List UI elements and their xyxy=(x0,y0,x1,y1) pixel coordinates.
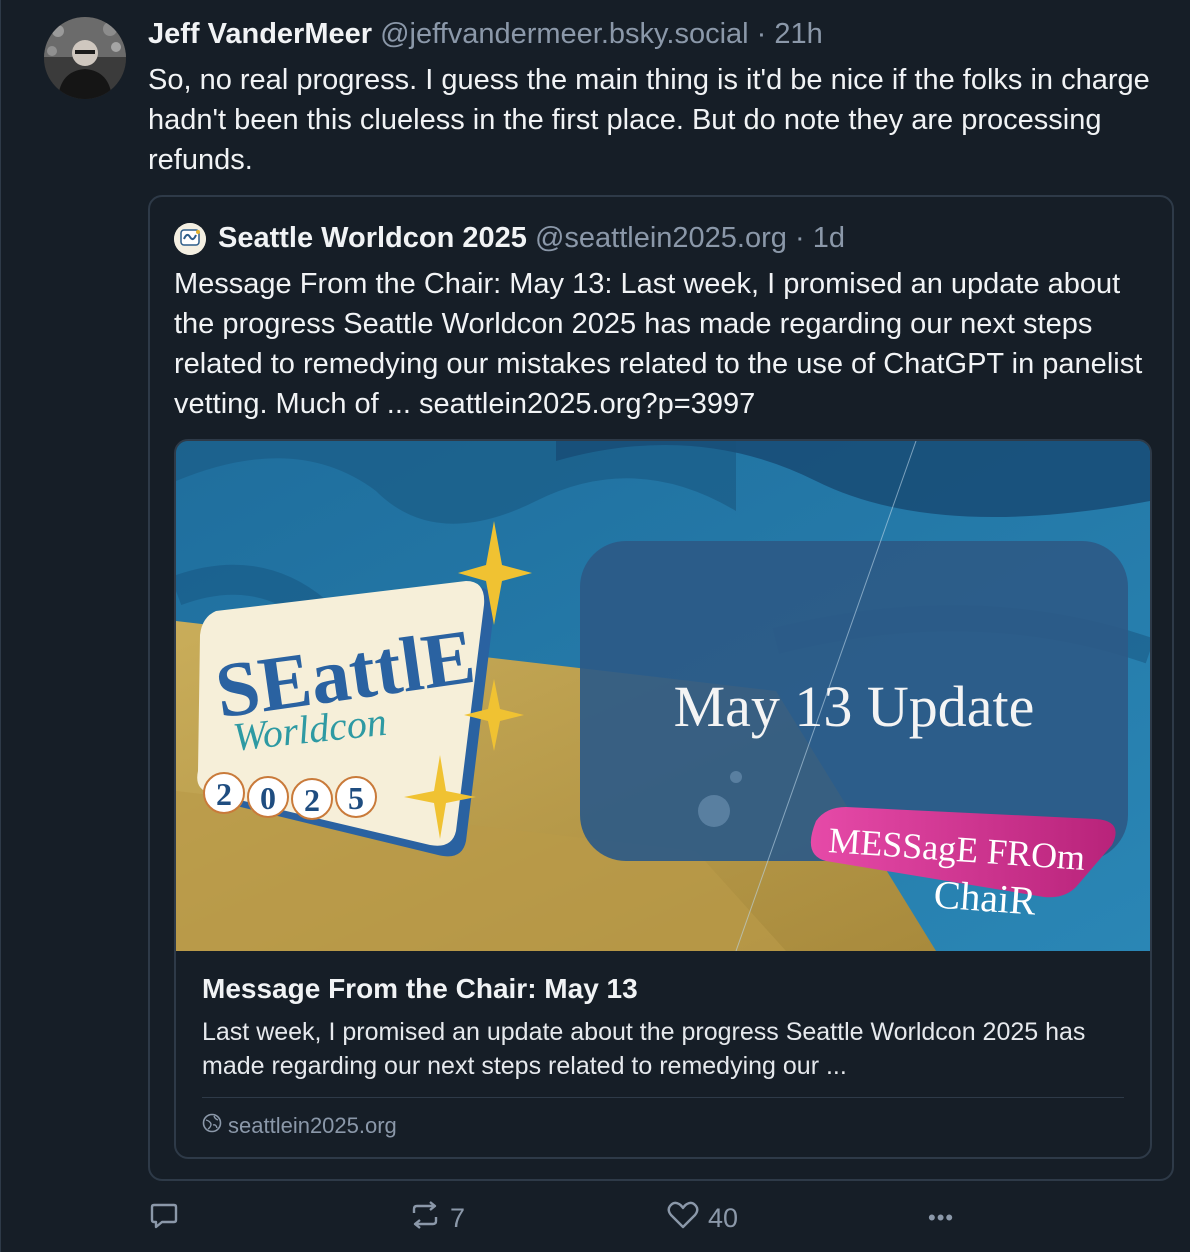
link-card-title[interactable]: Message From the Chair: May 13 xyxy=(202,971,638,1007)
quoted-post-header: Seattle Worldcon 2025 @seattlein2025.org… xyxy=(218,217,845,259)
reply-button[interactable] xyxy=(148,1196,188,1240)
link-card-divider xyxy=(202,1097,1124,1098)
repost-button[interactable]: 7 xyxy=(408,1196,465,1240)
quoted-author-name[interactable]: Seattle Worldcon 2025 xyxy=(218,222,527,254)
quoted-author-handle[interactable]: @seattlein2025.org xyxy=(535,222,787,254)
repost-count: 7 xyxy=(450,1202,466,1233)
image-headline: May 13 Update xyxy=(674,674,1035,739)
post-text: So, no real progress. I guess the main t… xyxy=(148,64,1150,176)
globe-icon xyxy=(202,1111,222,1141)
author-avatar[interactable] xyxy=(44,17,126,99)
thread-left-border xyxy=(0,0,1,1252)
post-header: Jeff VanderMeer @jeffvandermeer.bsky.soc… xyxy=(148,14,823,54)
quoted-author-avatar xyxy=(174,223,206,255)
quoted-post-time[interactable]: 1d xyxy=(813,222,845,254)
repost-icon xyxy=(408,1199,442,1238)
author-name[interactable]: Jeff VanderMeer xyxy=(148,18,372,50)
image-logo-digit: 5 xyxy=(348,780,364,816)
image-badge-line2: ChaiR xyxy=(932,872,1037,924)
heart-icon xyxy=(666,1199,700,1238)
link-card-description: Last week, I promised an update about th… xyxy=(202,1018,1086,1080)
post-actions: 7 40 ••• xyxy=(148,1196,1178,1240)
author-handle[interactable]: @jeffvandermeer.bsky.social xyxy=(380,18,748,50)
post-time[interactable]: 21h xyxy=(774,18,822,50)
like-count: 40 xyxy=(708,1202,739,1233)
header-separator: · xyxy=(756,18,767,50)
image-logo-digit: 2 xyxy=(216,776,232,812)
more-icon: ••• xyxy=(928,1205,955,1230)
link-preview-image: SEattlE Worldcon 2 0 2 5 May 13 Update M… xyxy=(176,441,1150,951)
quoted-post[interactable]: Seattle Worldcon 2025 @seattlein2025.org… xyxy=(148,195,1174,1181)
link-card-domain: seattlein2025.org xyxy=(228,1113,397,1138)
image-logo-digit: 2 xyxy=(304,782,320,818)
link-card-domain-row[interactable]: seattlein2025.org xyxy=(202,1111,397,1141)
more-options-button[interactable]: ••• xyxy=(928,1196,954,1240)
reply-icon xyxy=(148,1199,180,1238)
quoted-header-separator: · xyxy=(794,222,805,254)
link-preview-card[interactable]: SEattlE Worldcon 2 0 2 5 May 13 Update M… xyxy=(174,439,1152,1159)
quoted-post-text: Message From the Chair: May 13: Last wee… xyxy=(174,268,1143,420)
image-logo-digit: 0 xyxy=(260,780,276,816)
like-button[interactable]: 40 xyxy=(666,1196,738,1240)
